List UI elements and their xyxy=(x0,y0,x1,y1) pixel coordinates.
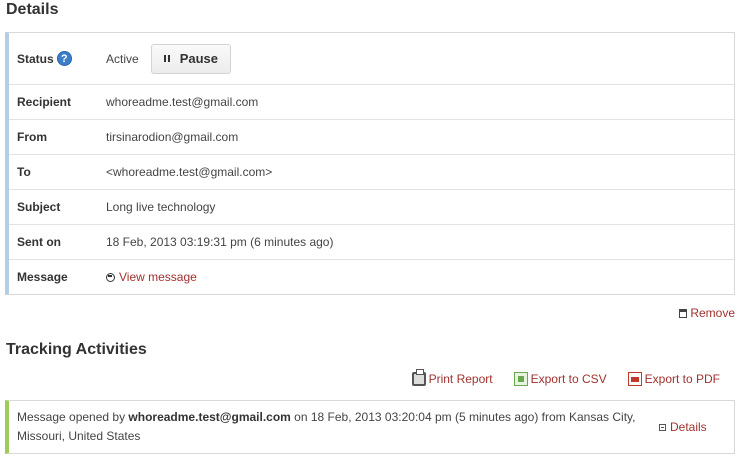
status-label: Status xyxy=(17,51,54,66)
remove-label: Remove xyxy=(690,306,735,320)
to-value: <whoreadme.test@gmail.com> xyxy=(106,165,273,179)
to-row: To <whoreadme.test@gmail.com> xyxy=(9,154,734,189)
to-label: To xyxy=(17,165,31,179)
print-report-label: Print Report xyxy=(428,372,493,386)
recipient-row: Recipient whoreadme.test@gmail.com xyxy=(9,84,734,119)
expand-icon xyxy=(659,423,666,431)
pause-label: Pause xyxy=(179,51,218,66)
export-pdf-link[interactable]: Export to PDF xyxy=(627,372,720,386)
subject-value: Long live technology xyxy=(106,200,216,214)
activity-email: whoreadme.test@gmail.com xyxy=(128,410,291,424)
tracking-toolbar: Print Report Export to CSV Export to PDF xyxy=(391,369,720,386)
status-value: Active xyxy=(106,51,139,66)
export-csv-link[interactable]: Export to CSV xyxy=(513,372,607,386)
activity-item: Message opened by whoreadme.test@gmail.c… xyxy=(5,400,735,454)
csv-icon xyxy=(513,372,528,386)
view-message-link[interactable]: View message xyxy=(119,270,197,284)
trash-icon xyxy=(679,308,688,318)
from-label: From xyxy=(17,130,47,144)
recipient-value: whoreadme.test@gmail.com xyxy=(106,95,259,109)
sent-on-label: Sent on xyxy=(17,235,61,249)
export-csv-label: Export to CSV xyxy=(530,372,607,386)
message-row: Message View message xyxy=(9,259,734,294)
sent-on-row: Sent on 18 Feb, 2013 03:19:31 pm (6 minu… xyxy=(9,224,734,259)
pdf-icon xyxy=(627,372,642,386)
export-pdf-label: Export to PDF xyxy=(644,372,720,386)
from-row: From tirsinarodion@gmail.com xyxy=(9,119,734,154)
sent-on-value: 18 Feb, 2013 03:19:31 pm (6 minutes ago) xyxy=(106,235,334,249)
help-icon[interactable]: ? xyxy=(56,51,72,66)
details-title: Details xyxy=(6,1,59,18)
pause-button[interactable]: Pause xyxy=(150,43,231,74)
printer-icon xyxy=(411,369,426,386)
details-table: Status ? Active Pause Recipient whoreadm… xyxy=(5,32,735,295)
status-row: Status ? Active Pause xyxy=(9,33,734,84)
activity-prefix: Message opened by xyxy=(17,410,129,424)
subject-label: Subject xyxy=(17,200,61,214)
activity-details-label: Details xyxy=(670,420,707,434)
activity-text: Message opened by whoreadme.test@gmail.c… xyxy=(9,408,647,446)
pause-icon xyxy=(163,55,170,62)
message-label: Message xyxy=(17,270,68,284)
message-icon xyxy=(106,272,115,282)
print-report-link[interactable]: Print Report xyxy=(411,369,493,386)
recipient-label: Recipient xyxy=(17,95,72,109)
subject-row: Subject Long live technology xyxy=(9,189,734,224)
activity-details-link[interactable]: Details xyxy=(659,420,707,434)
tracking-title: Tracking Activities xyxy=(6,341,147,358)
from-value: tirsinarodion@gmail.com xyxy=(106,130,239,144)
remove-link[interactable]: Remove xyxy=(679,306,735,320)
